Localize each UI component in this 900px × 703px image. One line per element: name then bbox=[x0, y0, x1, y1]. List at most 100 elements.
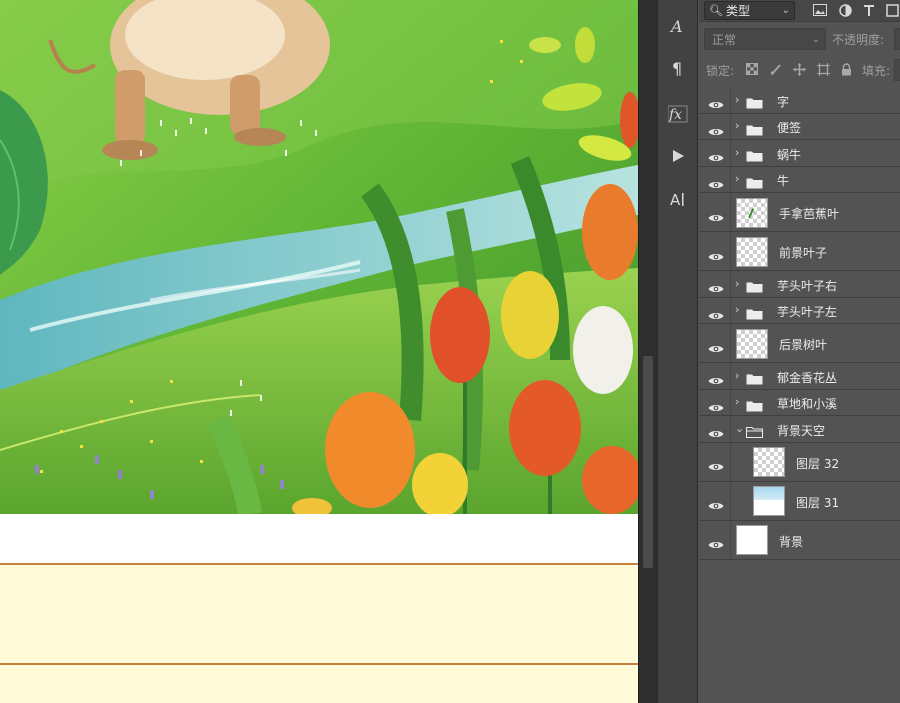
layer-row[interactable]: 后景树叶 bbox=[699, 324, 900, 363]
play-action-icon[interactable] bbox=[658, 140, 698, 172]
shape-filter-icon[interactable] bbox=[884, 2, 900, 18]
layer-name: 图层 32 bbox=[796, 456, 840, 471]
chevron-right-icon[interactable]: › bbox=[735, 303, 743, 316]
row-divider bbox=[730, 193, 731, 231]
eye-visibility-icon[interactable] bbox=[708, 247, 724, 260]
folder-icon bbox=[746, 94, 763, 109]
eye-visibility-icon[interactable] bbox=[708, 148, 724, 162]
eye-visibility-icon[interactable] bbox=[708, 398, 724, 411]
opacity-field[interactable] bbox=[894, 28, 900, 50]
chevron-right-icon[interactable]: › bbox=[735, 93, 743, 106]
layer-filter-bar: 🔍︎ 类型 ⌄ bbox=[699, 0, 900, 22]
layer-row[interactable]: › 芋头叶子左 bbox=[699, 297, 900, 324]
character-panel-icon[interactable]: A bbox=[658, 10, 698, 42]
row-divider bbox=[730, 232, 731, 270]
layer-name: 前景叶子 bbox=[779, 246, 828, 260]
row-divider bbox=[730, 271, 731, 297]
layer-row[interactable]: › 草地和小溪 bbox=[699, 389, 900, 416]
folder-icon bbox=[746, 397, 763, 412]
layer-row[interactable]: › 芋头叶子右 bbox=[699, 271, 900, 298]
eye-visibility-icon[interactable] bbox=[708, 279, 724, 293]
chevron-right-icon[interactable]: › bbox=[735, 119, 743, 132]
eye-visibility-icon[interactable] bbox=[708, 306, 724, 319]
layer-row[interactable]: › 便签 bbox=[699, 113, 900, 140]
layer-name: 草地和小溪 bbox=[777, 397, 838, 412]
chevron-right-icon[interactable]: › bbox=[735, 395, 743, 408]
layer-name: 蜗牛 bbox=[777, 147, 802, 162]
lock-transparent-icon[interactable] bbox=[745, 62, 759, 76]
row-divider bbox=[730, 363, 731, 389]
chevron-right-icon[interactable]: › bbox=[735, 369, 743, 382]
row-divider bbox=[730, 166, 731, 192]
search-icon: 🔍︎ bbox=[709, 4, 723, 17]
layer-row[interactable]: › 牛 bbox=[699, 166, 900, 193]
image-filter-icon[interactable] bbox=[812, 2, 828, 18]
layer-row[interactable]: 图层 32 bbox=[699, 442, 900, 482]
eye-visibility-icon[interactable] bbox=[708, 122, 724, 135]
layer-thumbnail bbox=[736, 197, 768, 228]
blend-mode-select[interactable]: 正常 ⌄ bbox=[704, 28, 826, 50]
eye-visibility-icon[interactable] bbox=[708, 208, 724, 221]
svg-text:A: A bbox=[670, 191, 681, 208]
eye-visibility-icon[interactable] bbox=[708, 339, 724, 352]
eye-visibility-icon[interactable] bbox=[708, 371, 724, 385]
adjustment-filter-icon[interactable] bbox=[837, 2, 853, 18]
chevron-right-icon[interactable]: › bbox=[735, 146, 743, 159]
layer-name: 芋头叶子右 bbox=[777, 278, 838, 293]
lock-options-row: 锁定: 填充: bbox=[699, 58, 900, 82]
row-divider bbox=[730, 297, 731, 323]
folder-icon bbox=[746, 305, 763, 320]
layers-panel: 🔍︎ 类型 ⌄ 正常 ⌄ 不透明度: 锁定: 填充: › 字 › 便签 › 蜗牛… bbox=[699, 0, 900, 703]
paragraph-panel-icon[interactable]: ¶ bbox=[658, 52, 698, 84]
row-divider bbox=[730, 324, 731, 362]
layer-name: 后景树叶 bbox=[779, 338, 828, 352]
blend-options-row: 正常 ⌄ 不透明度: bbox=[699, 27, 900, 51]
lock-all-icon[interactable] bbox=[839, 62, 853, 76]
layer-row[interactable]: › 蜗牛 bbox=[699, 140, 900, 167]
eye-visibility-icon[interactable] bbox=[708, 496, 724, 509]
document-canvas[interactable] bbox=[0, 0, 638, 703]
layer-row[interactable]: 手拿芭蕉叶 bbox=[699, 193, 900, 232]
eye-visibility-icon[interactable] bbox=[708, 175, 724, 188]
layer-row[interactable]: 图层 31 bbox=[699, 481, 900, 521]
eye-visibility-icon[interactable] bbox=[708, 535, 724, 548]
opacity-label: 不透明度: bbox=[832, 33, 885, 47]
folder-icon bbox=[746, 370, 763, 385]
canvas-vertical-scrollbar[interactable] bbox=[638, 0, 657, 703]
filter-kind-label: 类型 bbox=[725, 4, 750, 18]
layer-row[interactable]: › 郁金香花丛 bbox=[699, 363, 900, 390]
eye-visibility-icon[interactable] bbox=[708, 424, 724, 438]
lock-label: 锁定: bbox=[706, 64, 735, 78]
glyphs-icon[interactable]: A bbox=[658, 183, 698, 215]
chevron-down-icon[interactable]: ⌄ bbox=[735, 422, 744, 435]
row-divider bbox=[730, 140, 731, 166]
folder-icon bbox=[746, 121, 763, 136]
eye-visibility-icon[interactable] bbox=[708, 457, 724, 470]
layer-row[interactable]: › 字 bbox=[699, 87, 900, 114]
layer-row[interactable]: 前景叶子 bbox=[699, 232, 900, 271]
layer-row[interactable]: ⌄ 背景天空 bbox=[699, 416, 900, 443]
chevron-down-icon: ⌄ bbox=[781, 5, 790, 16]
row-divider bbox=[730, 389, 731, 415]
chevron-right-icon[interactable]: › bbox=[735, 277, 743, 290]
filter-kind-select[interactable]: 🔍︎ 类型 ⌄ bbox=[704, 1, 795, 20]
lock-artboard-icon[interactable] bbox=[816, 62, 830, 76]
panel-icon-strip: A ¶ fx A bbox=[657, 0, 698, 703]
chevron-right-icon[interactable]: › bbox=[735, 172, 743, 185]
layer-thumbnail bbox=[736, 525, 768, 555]
type-filter-icon[interactable] bbox=[861, 2, 877, 18]
layer-name: 图层 31 bbox=[796, 495, 840, 510]
layer-row[interactable]: 背景 bbox=[699, 520, 900, 560]
lock-position-icon[interactable] bbox=[792, 62, 806, 76]
layer-style-icon[interactable]: fx bbox=[658, 98, 698, 130]
eye-visibility-icon[interactable] bbox=[708, 95, 724, 109]
lock-image-icon[interactable] bbox=[769, 62, 783, 76]
layer-thumbnail bbox=[736, 328, 768, 359]
fill-label: 填充: bbox=[862, 64, 891, 78]
layer-thumbnail bbox=[753, 447, 785, 477]
scrollbar-thumb[interactable] bbox=[643, 356, 653, 568]
svg-text:A: A bbox=[669, 17, 683, 35]
paper-ruled-line bbox=[0, 663, 638, 665]
fill-field[interactable] bbox=[894, 59, 900, 81]
row-divider bbox=[730, 520, 731, 559]
